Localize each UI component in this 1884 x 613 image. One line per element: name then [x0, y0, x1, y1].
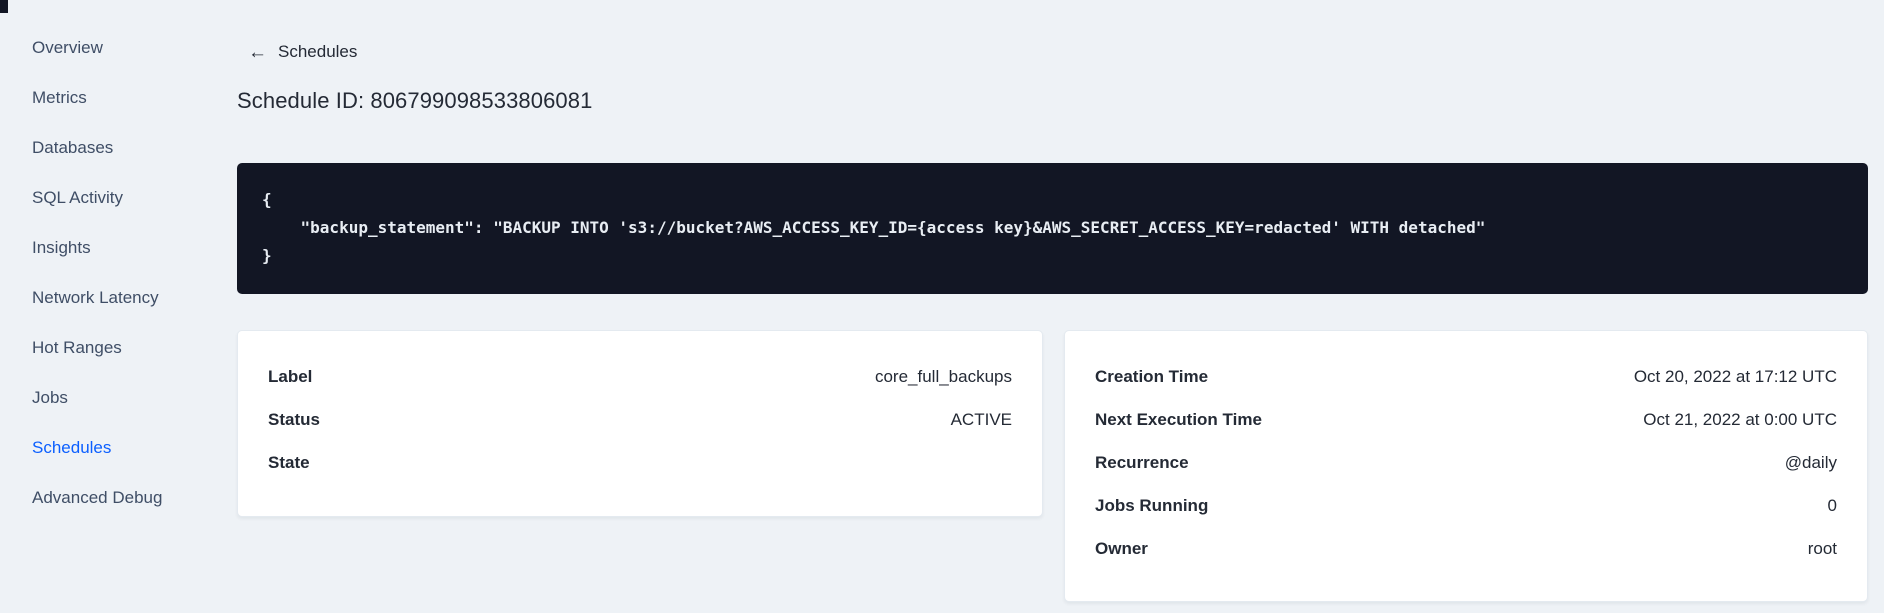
schedule-definition-code-block: { "backup_statement": "BACKUP INTO 's3:/… — [237, 163, 1868, 294]
row-value: core_full_backups — [874, 366, 1012, 386]
detail-row-label: Label core_full_backups — [238, 355, 1042, 398]
sidebar-item-databases[interactable]: Databases — [0, 123, 210, 173]
row-value: Oct 21, 2022 at 0:00 UTC — [1643, 409, 1837, 429]
schedule-timing-card: Creation Time Oct 20, 2022 at 17:12 UTC … — [1064, 330, 1868, 602]
sidebar: Overview Metrics Databases SQL Activity … — [0, 23, 210, 523]
schedule-details-card: Label core_full_backups Status ACTIVE St… — [237, 330, 1043, 517]
sidebar-item-overview[interactable]: Overview — [0, 23, 210, 73]
detail-row-recurrence: Recurrence @daily — [1065, 441, 1867, 484]
page-title: Schedule ID: 806799098533806081 — [237, 88, 593, 113]
sidebar-item-schedules[interactable]: Schedules — [0, 423, 210, 473]
sidebar-item-sql-activity[interactable]: SQL Activity — [0, 173, 210, 223]
sidebar-item-advanced-debug[interactable]: Advanced Debug — [0, 473, 210, 523]
sidebar-item-jobs[interactable]: Jobs — [0, 373, 210, 423]
row-value: ACTIVE — [950, 409, 1012, 429]
row-value: root — [1807, 538, 1837, 558]
detail-row-jobs-running: Jobs Running 0 — [1065, 484, 1867, 527]
detail-row-state: State — [238, 441, 1042, 484]
detail-row-creation-time: Creation Time Oct 20, 2022 at 17:12 UTC — [1065, 355, 1867, 398]
code-line: "backup_statement": "BACKUP INTO 's3://b… — [262, 218, 1486, 237]
row-label: Jobs Running — [1095, 495, 1209, 515]
row-label: Recurrence — [1095, 452, 1189, 472]
back-arrow-icon: ← — [248, 41, 267, 63]
code-line: { — [262, 190, 272, 209]
back-link-label: Schedules — [278, 42, 358, 61]
row-label: Next Execution Time — [1095, 409, 1262, 429]
sidebar-item-hot-ranges[interactable]: Hot Ranges — [0, 323, 210, 373]
row-label: State — [268, 452, 310, 472]
back-to-schedules-link[interactable]: ← Schedules — [248, 42, 357, 62]
code-line: } — [262, 246, 272, 265]
detail-row-next-execution-time: Next Execution Time Oct 21, 2022 at 0:00… — [1065, 398, 1867, 441]
sidebar-item-metrics[interactable]: Metrics — [0, 73, 210, 123]
row-label: Label — [268, 366, 313, 386]
detail-row-status: Status ACTIVE — [238, 398, 1042, 441]
window-edge-fragment — [0, 0, 8, 13]
sidebar-item-insights[interactable]: Insights — [0, 223, 210, 273]
schedule-detail-page: Overview Metrics Databases SQL Activity … — [0, 0, 1884, 613]
row-value: 0 — [1827, 495, 1837, 515]
row-label: Status — [268, 409, 320, 429]
row-label: Owner — [1095, 538, 1148, 558]
sidebar-item-network-latency[interactable]: Network Latency — [0, 273, 210, 323]
row-value: Oct 20, 2022 at 17:12 UTC — [1633, 366, 1837, 386]
detail-row-owner: Owner root — [1065, 527, 1867, 570]
row-label: Creation Time — [1095, 366, 1209, 386]
row-value: @daily — [1784, 452, 1837, 472]
